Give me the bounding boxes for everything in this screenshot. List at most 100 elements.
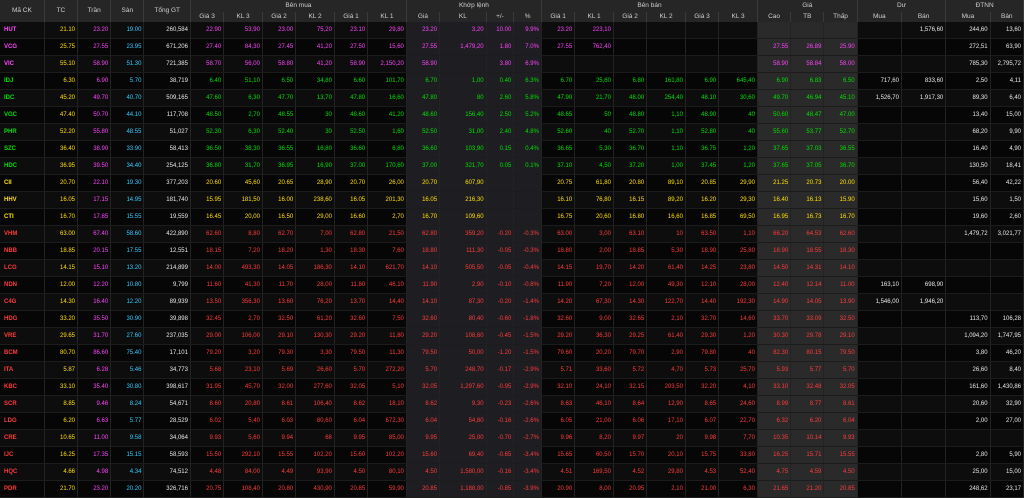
row-symbol[interactable]: IDJ xyxy=(0,72,45,90)
row-symbol[interactable]: KBC xyxy=(0,378,45,396)
col-match-price[interactable]: Giá xyxy=(406,12,441,22)
table-row[interactable]: HUT 21.10 23.20 19.00 260,584 22.90 53,90 23.00… xyxy=(0,22,1024,39)
col-remaining-buy[interactable]: Mua xyxy=(857,12,902,22)
row-symbol[interactable]: SCR xyxy=(0,395,45,413)
col-match-vol[interactable]: KL xyxy=(439,12,487,22)
table-row[interactable]: ITA 5.87 6.28 5.46 34,773 5.68 23,10 5.69 26,60 5… xyxy=(0,361,1024,379)
table-row[interactable]: VIC 55.10 58.90 51.30 721,385 58.70 56,00 58.80… xyxy=(0,55,1024,73)
row-symbol[interactable]: PDR xyxy=(0,480,45,498)
table-row[interactable]: NBB 18.85 20.15 17.55 12,551 18.15 7,20 18.20 1,… xyxy=(0,242,1024,260)
col-change-pct[interactable]: % xyxy=(513,12,542,22)
col-foreign-sell[interactable]: Bán xyxy=(990,12,1024,22)
table-row[interactable]: VHM 63.00 67.40 58.60 422,890 62.60 8,80 62.70 7… xyxy=(0,225,1024,243)
col-sell-price-1[interactable]: Giá 1 xyxy=(541,12,576,22)
col-buy-vol-1[interactable]: KL 1 xyxy=(367,12,407,22)
row-symbol[interactable]: CRE xyxy=(0,429,45,447)
row-symbol[interactable]: LDG xyxy=(0,412,45,430)
group-buy: Bên mua xyxy=(190,0,407,12)
row-symbol[interactable]: IJC xyxy=(0,446,45,464)
row-symbol[interactable]: HDG xyxy=(0,310,45,328)
table-row[interactable]: IDJ 6.30 6.90 5.70 38,719 6.40 51,10 6.50 34,80 6… xyxy=(0,72,1024,90)
table-row[interactable]: LDG 6.20 6.63 5.77 28,529 6.02 5,40 6.03 80,60 6.… xyxy=(0,412,1024,430)
row-symbol[interactable]: VCG xyxy=(0,38,45,56)
row-symbol[interactable]: PHR xyxy=(0,123,45,141)
col-low[interactable]: Thấp xyxy=(823,12,858,22)
row-value-cell: 22,70 xyxy=(718,412,758,430)
col-total-value[interactable]: Tổng GT xyxy=(143,0,191,22)
table-row[interactable]: CRE 10.65 11.00 9.58 34,064 9.93 5,60 9.94 68 9.9… xyxy=(0,429,1024,447)
table-row[interactable]: VCG 25.75 27.55 23.95 671,206 27.40 84,30 27.45… xyxy=(0,38,1024,56)
col-buy-vol-3[interactable]: KL 3 xyxy=(223,12,263,22)
row-value-cell: 23.10 xyxy=(334,22,369,39)
row-symbol[interactable]: LCG xyxy=(0,259,45,277)
row-symbol[interactable]: HUT xyxy=(0,22,45,39)
row-value-cell: 698,90 xyxy=(901,276,947,294)
row-symbol[interactable]: IDC xyxy=(0,89,45,107)
col-buy-price-1[interactable]: Giá 1 xyxy=(334,12,369,22)
row-value-cell: 7,70 xyxy=(718,429,758,447)
table-row[interactable]: HHV 16.05 17.15 14.95 181,740 15.95 181,50 16.0… xyxy=(0,191,1024,209)
col-high[interactable]: Cao xyxy=(757,12,792,22)
row-symbol[interactable]: CII xyxy=(0,174,45,192)
col-buy-price-2[interactable]: Giá 2 xyxy=(262,12,297,22)
col-sell-price-2[interactable]: Giá 2 xyxy=(613,12,648,22)
col-change[interactable]: +/- xyxy=(486,12,515,22)
row-symbol[interactable]: VIC xyxy=(0,55,45,73)
table-row[interactable]: HDC 36.95 39.50 34.40 254,125 36.80 31,70 36.95… xyxy=(0,157,1024,175)
row-symbol[interactable]: HDC xyxy=(0,157,45,175)
row-value-cell: 37.03 xyxy=(790,140,825,158)
col-avg[interactable]: TB xyxy=(790,12,825,22)
row-match-cell: 9.9% xyxy=(513,22,542,39)
col-foreign-buy[interactable]: Mua xyxy=(945,12,991,22)
col-remaining-sell[interactable]: Bán xyxy=(901,12,947,22)
row-symbol[interactable]: SZC xyxy=(0,140,45,158)
table-row[interactable]: KBC 33.10 35.40 30.80 398,617 31.95 45,70 32.00… xyxy=(0,378,1024,396)
col-buy-vol-2[interactable]: KL 2 xyxy=(295,12,335,22)
table-row[interactable]: BCM 80.70 86.60 75.40 17,101 79.20 3,20 79.30 3,… xyxy=(0,344,1024,362)
table-row[interactable]: SZC 36.40 38.90 33.90 58,413 36.50 38,30 36.55 1… xyxy=(0,140,1024,158)
col-ceiling[interactable]: Trần xyxy=(77,0,112,22)
row-symbol[interactable]: C4G xyxy=(0,293,45,311)
table-row[interactable]: VRE 29.65 31.70 27.60 237,035 29.00 106,00 29.1… xyxy=(0,327,1024,345)
table-row[interactable]: CII 20.70 22.10 19.30 377,203 20.60 45,60 20.65… xyxy=(0,174,1024,192)
row-value-cell: 47.80 xyxy=(334,89,369,107)
col-sell-price-3[interactable]: Giá 3 xyxy=(685,12,720,22)
row-symbol[interactable]: NDN xyxy=(0,276,45,294)
table-row[interactable]: PDR 21.70 23.20 20.20 326,716 20.75 108,40 20.8… xyxy=(0,480,1024,498)
row-value-cell xyxy=(857,429,902,447)
col-sell-vol-3[interactable]: KL 3 xyxy=(718,12,758,22)
col-sell-vol-1[interactable]: KL 1 xyxy=(574,12,614,22)
row-symbol[interactable]: NBB xyxy=(0,242,45,260)
col-floor[interactable]: Sàn xyxy=(110,0,145,22)
row-match-cell: 8.62 xyxy=(406,395,441,413)
row-symbol[interactable]: VRE xyxy=(0,327,45,345)
table-row[interactable]: NDN 12.00 12.20 10.80 9,799 11.60 41,30 11.70 28… xyxy=(0,276,1024,294)
col-sell-vol-2[interactable]: KL 2 xyxy=(646,12,686,22)
row-floor: 9.58 xyxy=(110,429,145,447)
row-total-value: 89,939 xyxy=(143,293,191,311)
table-row[interactable]: HDG 33.20 35.50 30.90 39,898 32.45 2,70 32.50 61… xyxy=(0,310,1024,328)
row-symbol[interactable]: VHM xyxy=(0,225,45,243)
table-row[interactable]: IDC 45.20 49.70 40.70 509,165 47.60 6,30 47.70 1… xyxy=(0,89,1024,107)
table-row[interactable]: PHR 52.20 55.80 48.55 51,027 52.30 6,30 52.40 30… xyxy=(0,123,1024,141)
row-symbol[interactable]: HQC xyxy=(0,463,45,481)
row-match-cell: 32.60 xyxy=(406,310,441,328)
table-row[interactable]: LCG 14.15 15.10 13.20 214,899 14.00 493,30 14.0… xyxy=(0,259,1024,277)
row-value-cell: 14.05 xyxy=(262,259,297,277)
row-symbol[interactable]: ITA xyxy=(0,361,45,379)
table-row[interactable]: VGC 47.40 50.70 44.10 117,708 48.50 2,70 48.55 3… xyxy=(0,106,1024,124)
table-row[interactable]: CTI 16.70 17.85 15.55 19,559 16.45 20,00 16.50 2… xyxy=(0,208,1024,226)
table-row[interactable]: HQC 4.66 4.98 4.34 74,512 4.48 84,00 4.49 93,90 4… xyxy=(0,463,1024,481)
col-buy-price-3[interactable]: Giá 3 xyxy=(190,12,225,22)
col-symbol[interactable]: Mã CK xyxy=(0,0,45,22)
col-ref[interactable]: TC xyxy=(44,0,79,22)
row-symbol[interactable]: BCM xyxy=(0,344,45,362)
table-row[interactable]: IJC 16.25 17.35 15.15 58,593 15.50 292,10 15.55… xyxy=(0,446,1024,464)
row-symbol[interactable]: HHV xyxy=(0,191,45,209)
table-row[interactable]: SCR 8.85 9.46 8.24 54,671 8.60 20,80 8.61 106,40… xyxy=(0,395,1024,413)
table-row[interactable]: C4G 14.30 16.40 12.20 89,939 13.50 356,30 13.60… xyxy=(0,293,1024,311)
row-symbol[interactable]: CTI xyxy=(0,208,45,226)
row-total-value: 38,719 xyxy=(143,72,191,90)
row-match-cell: -0.16 xyxy=(486,412,515,430)
row-symbol[interactable]: VGC xyxy=(0,106,45,124)
